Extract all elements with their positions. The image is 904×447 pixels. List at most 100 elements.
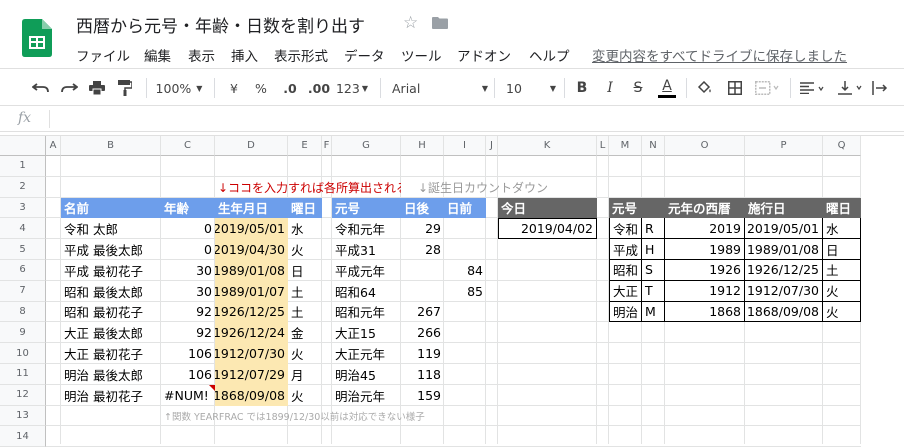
- weekday-cell[interactable]: 水: [288, 218, 322, 239]
- era-table-header[interactable]: 元号: [609, 197, 642, 219]
- text-color-button[interactable]: A: [656, 69, 678, 107]
- font-select[interactable]: Arial ▼: [388, 69, 488, 107]
- column-header-l[interactable]: L: [597, 136, 609, 156]
- age-cell[interactable]: 92: [161, 322, 215, 343]
- weekday-cell[interactable]: 火: [288, 385, 322, 406]
- era-table-cell[interactable]: 火: [823, 280, 861, 302]
- column-header-i[interactable]: I: [444, 136, 486, 156]
- menu-tools[interactable]: ツール: [401, 45, 442, 65]
- days-before-cell[interactable]: [444, 239, 486, 260]
- days-before-cell[interactable]: [444, 218, 486, 239]
- table2-header[interactable]: 日後: [401, 197, 444, 219]
- row-header-8[interactable]: 8: [0, 301, 46, 323]
- row-header-13[interactable]: 13: [0, 405, 46, 427]
- era-table-cell[interactable]: 令和: [609, 218, 642, 240]
- era-table-cell[interactable]: 水: [823, 218, 861, 240]
- name-cell[interactable]: 大正 最初花子: [61, 343, 161, 364]
- bold-button[interactable]: B: [572, 69, 592, 107]
- percent-format-button[interactable]: %: [251, 69, 271, 107]
- era-table-cell[interactable]: 1926/12/25: [745, 260, 823, 281]
- sheets-logo-icon[interactable]: [22, 19, 52, 57]
- row-header-4[interactable]: 4: [0, 218, 46, 240]
- era-cell[interactable]: 明治45: [332, 364, 401, 385]
- days-after-cell[interactable]: 119: [401, 343, 444, 364]
- print-icon[interactable]: [86, 69, 108, 107]
- more-formats-button[interactable]: 123 ▼: [335, 69, 369, 107]
- column-header-n[interactable]: N: [642, 136, 665, 156]
- days-before-cell[interactable]: [444, 322, 486, 343]
- weekday-cell[interactable]: 火: [288, 343, 322, 364]
- era-table-cell[interactable]: 1912/07/30: [745, 280, 823, 302]
- note-yearfrac-limit[interactable]: ↑関数 YEARFRAC では1899/12/30以前は対応できない様子: [161, 406, 444, 427]
- fill-color-icon[interactable]: [694, 69, 716, 107]
- era-table-cell[interactable]: 1926: [665, 260, 745, 281]
- era-table-cell[interactable]: 明治: [609, 301, 642, 323]
- days-after-cell[interactable]: [401, 281, 444, 302]
- undo-icon[interactable]: [30, 69, 52, 107]
- row-header-11[interactable]: 11: [0, 364, 46, 385]
- era-cell[interactable]: 昭和64: [332, 281, 401, 302]
- birthdate-cell[interactable]: 1926/12/25: [215, 301, 288, 323]
- spreadsheet-grid[interactable]: ABCDEFGHIJKLMNOPQ 1 2 3 4 5 6 7 8 9 10 11 12 13 14 ↓コ…: [0, 136, 904, 447]
- days-before-cell[interactable]: [444, 302, 486, 323]
- column-header-k[interactable]: K: [498, 136, 597, 156]
- era-table-cell[interactable]: 1989: [665, 239, 745, 260]
- save-status-link[interactable]: 変更内容をすべてドライブに保存しました: [592, 45, 847, 65]
- name-cell[interactable]: 明治 最後太郎: [61, 364, 161, 385]
- today-header[interactable]: 今日: [498, 197, 597, 219]
- table2-header[interactable]: 元号: [332, 197, 401, 219]
- days-after-cell[interactable]: 29: [401, 218, 444, 239]
- zoom-select[interactable]: 100% ▼: [154, 69, 204, 107]
- row-header-7[interactable]: 7: [0, 280, 46, 302]
- redo-icon[interactable]: [58, 69, 80, 107]
- days-after-cell[interactable]: 267: [401, 302, 444, 323]
- weekday-cell[interactable]: 土: [288, 302, 322, 323]
- name-cell[interactable]: 大正 最後太郎: [61, 322, 161, 343]
- age-cell[interactable]: 0: [161, 239, 215, 260]
- column-header-g[interactable]: G: [332, 136, 401, 156]
- birthdate-cell[interactable]: 1926/12/24: [215, 322, 288, 344]
- row-header-6[interactable]: 6: [0, 260, 46, 281]
- vertical-align-icon[interactable]: [836, 69, 866, 107]
- days-after-cell[interactable]: 159: [401, 385, 444, 406]
- era-table-cell[interactable]: 2019: [665, 218, 745, 240]
- days-before-cell[interactable]: 84: [444, 260, 486, 281]
- strikethrough-button[interactable]: S: [628, 69, 648, 107]
- era-table-cell[interactable]: 1989/01/08: [745, 239, 823, 260]
- birthdate-cell[interactable]: 1912/07/30: [215, 343, 288, 364]
- menu-format[interactable]: 表示形式: [274, 45, 328, 65]
- menu-help[interactable]: ヘルプ: [529, 45, 570, 65]
- era-table-cell[interactable]: 平成: [609, 239, 642, 260]
- days-after-cell[interactable]: 118: [401, 364, 444, 385]
- decrease-decimal-button[interactable]: .0: [278, 69, 302, 107]
- name-cell[interactable]: 平成 最後太郎: [61, 239, 161, 260]
- column-header-m[interactable]: M: [609, 136, 642, 156]
- row-header-9[interactable]: 9: [0, 322, 46, 344]
- era-table-cell[interactable]: H: [642, 239, 665, 260]
- row-header-3[interactable]: 3: [0, 197, 46, 219]
- age-cell[interactable]: 92: [161, 302, 215, 323]
- menu-insert[interactable]: 挿入: [231, 45, 258, 65]
- weekday-cell[interactable]: 土: [288, 281, 322, 302]
- age-cell[interactable]: 106: [161, 343, 215, 364]
- era-table-cell[interactable]: 大正: [609, 280, 642, 302]
- menu-data[interactable]: データ: [344, 45, 385, 65]
- table1-header[interactable]: 生年月日: [215, 197, 288, 219]
- age-cell[interactable]: 30: [161, 260, 215, 281]
- column-header-q[interactable]: Q: [823, 136, 861, 156]
- table1-header[interactable]: 名前: [61, 197, 161, 219]
- note-countdown-hint[interactable]: ↓誕生日カウントダウン: [415, 177, 611, 198]
- star-icon[interactable]: ☆: [403, 13, 418, 33]
- row-header-10[interactable]: 10: [0, 343, 46, 364]
- weekday-cell[interactable]: 月: [288, 364, 322, 385]
- birthdate-cell[interactable]: 2019/04/30: [215, 239, 288, 260]
- borders-icon[interactable]: [724, 69, 746, 107]
- era-table-cell[interactable]: R: [642, 218, 665, 240]
- era-table-cell[interactable]: M: [642, 301, 665, 323]
- era-cell[interactable]: 平成元年: [332, 260, 401, 281]
- era-table-cell[interactable]: T: [642, 280, 665, 302]
- paint-format-icon[interactable]: [114, 69, 136, 107]
- era-table-cell[interactable]: 1868/09/08: [745, 301, 823, 323]
- days-after-cell[interactable]: [401, 260, 444, 281]
- column-header-f[interactable]: F: [322, 136, 332, 156]
